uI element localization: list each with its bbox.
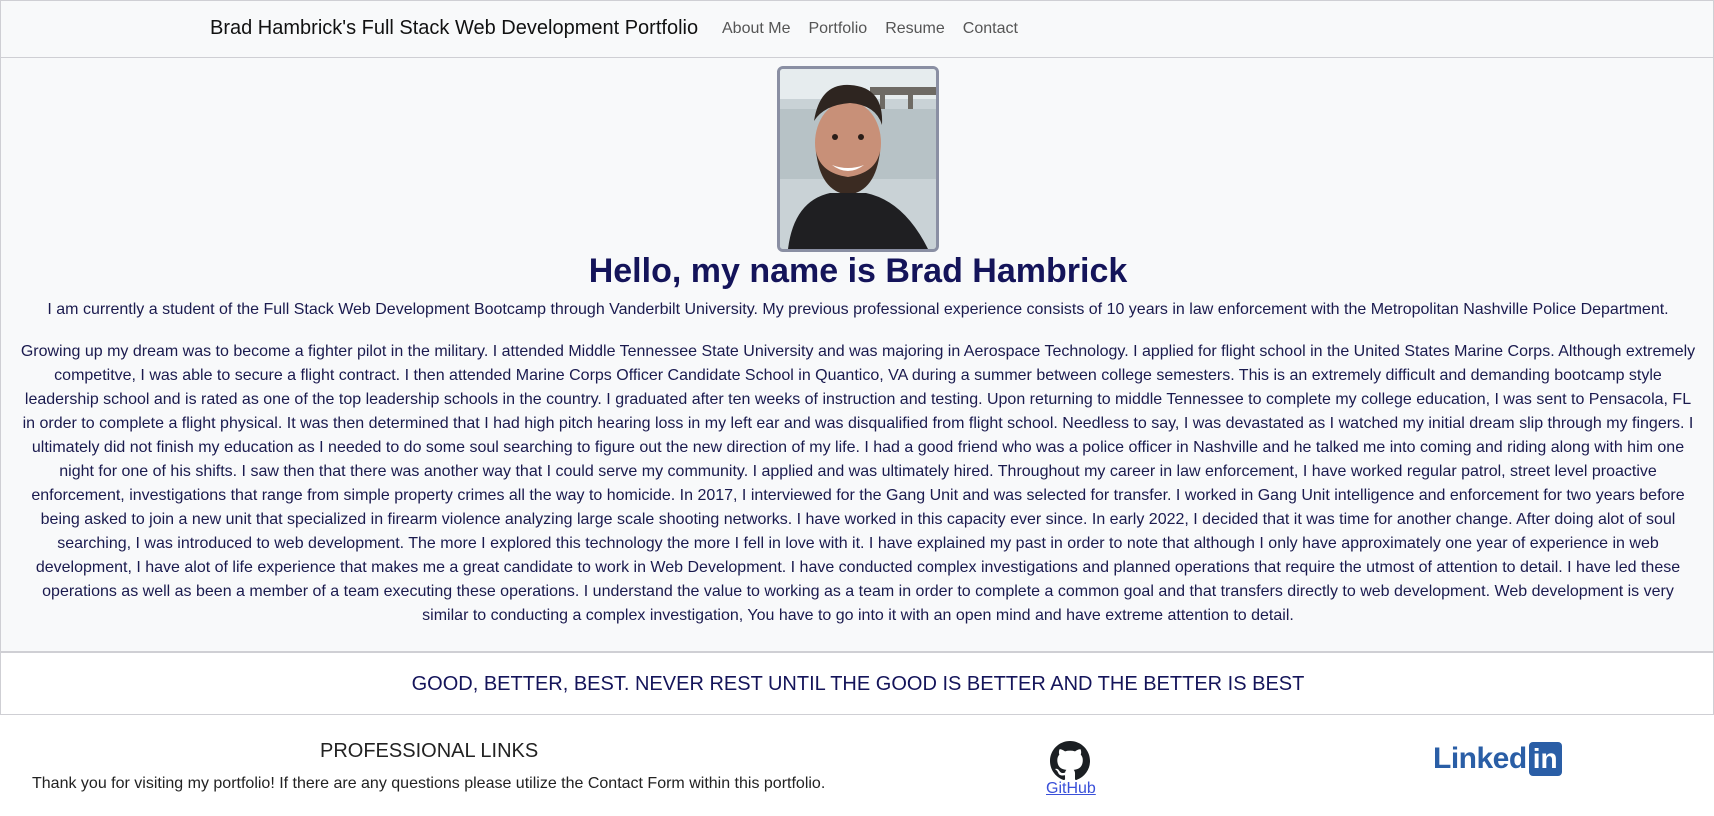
linkedin-wordmark: Linked xyxy=(1433,742,1527,775)
thanks-text: Thank you for visiting my portfolio! If … xyxy=(32,775,826,792)
profile-photo xyxy=(777,66,939,252)
nav-link-contact[interactable]: Contact xyxy=(963,20,1018,38)
github-icon[interactable] xyxy=(1050,741,1090,781)
site-brand[interactable]: Brad Hambrick's Full Stack Web Developme… xyxy=(210,17,698,40)
linkedin-icon: in xyxy=(1528,742,1562,776)
nav-links: About Me Portfolio Resume Contact xyxy=(722,20,1036,38)
github-link[interactable]: GitHub xyxy=(1046,780,1096,798)
professional-links-title: PROFESSIONAL LINKS xyxy=(320,740,539,762)
background-story: Growing up my dream was to become a figh… xyxy=(20,343,1696,624)
motto-banner: GOOD, BETTER, BEST. NEVER REST UNTIL THE… xyxy=(0,652,1714,715)
nav-link-portfolio[interactable]: Portfolio xyxy=(808,20,867,38)
linkedin-logo-link[interactable]: Linked in xyxy=(1433,739,1562,779)
about-section: Hello, my name is Brad Hambrick I am cur… xyxy=(0,58,1714,652)
greeting-heading: Hello, my name is Brad Hambrick xyxy=(588,252,1128,290)
motto-text: GOOD, BETTER, BEST. NEVER REST UNTIL THE… xyxy=(411,673,1305,695)
navbar: Brad Hambrick's Full Stack Web Developme… xyxy=(0,0,1714,58)
nav-link-resume[interactable]: Resume xyxy=(885,20,945,38)
nav-link-about[interactable]: About Me xyxy=(722,20,790,38)
intro-text: I am currently a student of the Full Sta… xyxy=(47,301,1669,318)
footer: PROFESSIONAL LINKS Thank you for visitin… xyxy=(0,715,1714,816)
